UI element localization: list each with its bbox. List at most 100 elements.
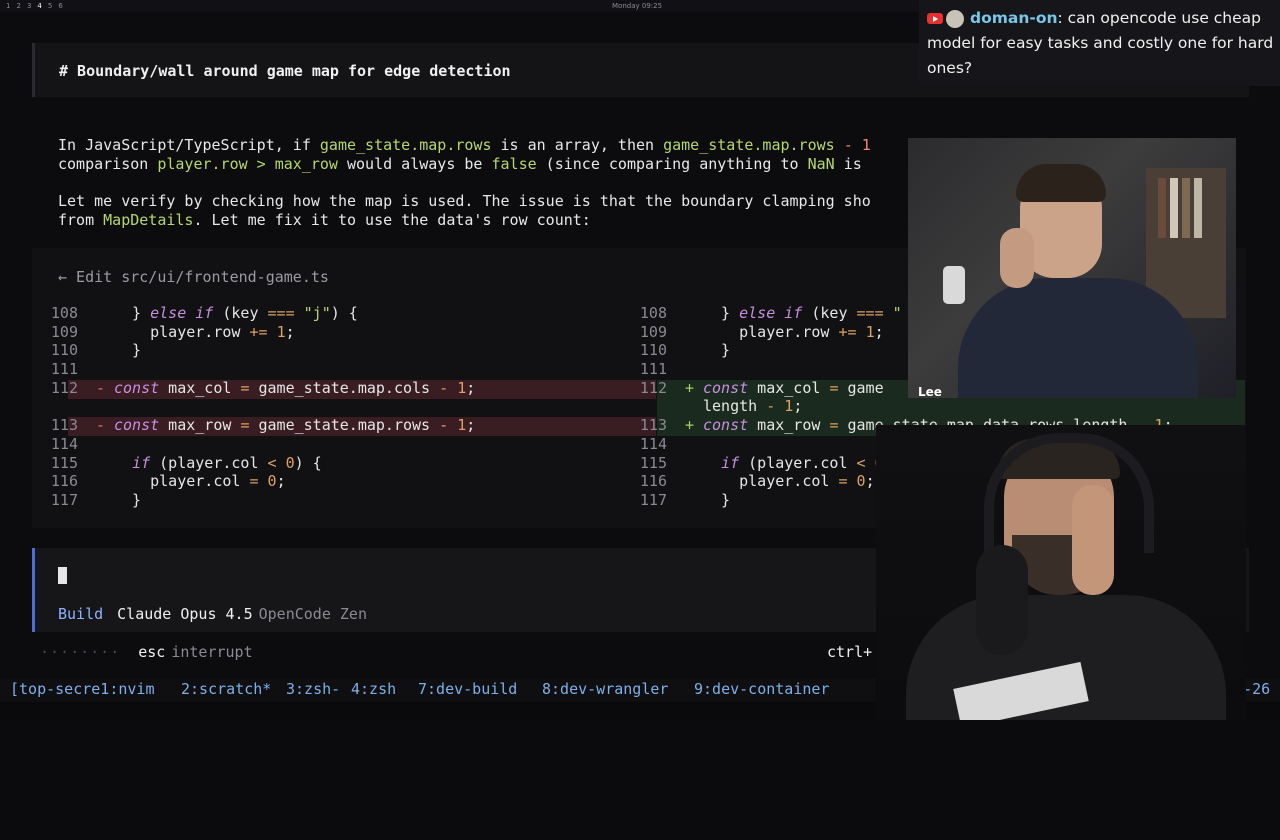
diff-line: 113- const max_row = game_state.map.rows … <box>40 416 650 435</box>
code-highlight: MapDetails <box>103 211 194 229</box>
mode-build[interactable]: Build <box>58 605 103 623</box>
line-number: 108 <box>50 304 78 322</box>
keyword: const <box>114 378 160 397</box>
tmux-window[interactable]: 9:dev-container <box>694 680 829 698</box>
gutter <box>96 304 114 323</box>
operator: - <box>766 397 776 416</box>
esc-action-hint: interrupt <box>171 643 253 661</box>
workspace-3[interactable]: 3 <box>27 2 31 10</box>
book <box>1170 178 1178 238</box>
diff-line: 110 } <box>40 341 650 360</box>
text-segment: In JavaScript/TypeScript, if <box>58 136 320 154</box>
tmux-window[interactable]: 4:zsh <box>351 680 396 698</box>
line-number: 114 <box>50 434 78 453</box>
line-number: 114 <box>639 434 667 453</box>
code-text: } <box>114 341 142 360</box>
line-number: 111 <box>639 360 667 379</box>
code-text: player.col = 0; <box>114 472 286 491</box>
text-segment: would always be <box>337 155 492 173</box>
diff-line: 111 <box>40 360 650 379</box>
operator: += <box>249 322 268 341</box>
tmux-window[interactable]: 3:zsh- <box>286 680 340 698</box>
microphone-icon <box>976 545 1028 655</box>
line-number: 109 <box>639 322 667 341</box>
tmux-window[interactable]: 8:dev-wrangler <box>542 680 668 698</box>
code-text: player.row += 1; <box>703 322 884 341</box>
operator: = <box>838 472 848 491</box>
line-number: 109 <box>50 322 78 341</box>
text-segment: from <box>58 211 104 229</box>
workspace-2[interactable]: 2 <box>16 2 20 10</box>
diff-line <box>40 397 650 416</box>
stream-chat-overlay: doman-on: can opencode use cheap model f… <box>919 0 1280 86</box>
diff-line: length - 1; <box>629 397 1244 416</box>
person-hair <box>1016 164 1106 202</box>
gutter <box>685 304 703 323</box>
line-number: 116 <box>639 472 667 491</box>
workspace-6[interactable]: 6 <box>58 2 62 10</box>
line-number: 113 <box>639 416 667 435</box>
code-highlight: NaN <box>807 155 835 173</box>
line-number: 115 <box>639 453 667 472</box>
workspace-5[interactable]: 5 <box>48 2 52 10</box>
line-number <box>40 397 78 416</box>
line-number: 112 <box>50 378 78 397</box>
paragraph-2-line-2: from MapDetails. Let me fix it to use th… <box>58 211 591 230</box>
code-text: } else if (key === "j") { <box>114 304 358 322</box>
number: 1 <box>457 416 467 435</box>
code-highlight: - 1 <box>834 136 871 154</box>
gutter <box>685 435 703 454</box>
book <box>1158 178 1166 238</box>
code-text: const max_row = game_state.map.rows - 1; <box>114 416 476 435</box>
operator: < <box>267 453 277 472</box>
tmux-window[interactable]: 7:dev-build <box>418 680 517 698</box>
workspace-1[interactable]: 1 <box>6 2 10 10</box>
text-cursor <box>58 567 67 584</box>
added-marker: + <box>685 416 695 435</box>
string: "j" <box>303 304 331 322</box>
diff-line: 117 } <box>40 491 650 510</box>
line-number: 108 <box>639 304 667 322</box>
text-segment: (since comparing anything to <box>536 155 808 173</box>
code-highlight: game_state.map.rows <box>663 136 835 154</box>
gutter <box>685 341 703 360</box>
keyword: else if <box>739 304 803 322</box>
number: 0 <box>285 453 295 472</box>
text-segment: comparison <box>58 155 158 173</box>
line-number: 111 <box>50 360 78 379</box>
line-number: 112 <box>639 378 667 397</box>
person-hand <box>1000 228 1034 288</box>
operator: = <box>249 472 259 491</box>
tmux-window[interactable]: 2:scratch* <box>181 680 271 698</box>
operator: = <box>240 378 250 397</box>
gutter <box>685 491 703 510</box>
text-segment: is <box>834 155 862 173</box>
line-number: 117 <box>50 490 78 509</box>
gutter <box>96 435 114 454</box>
keyword: else if <box>150 304 214 322</box>
code-text: const max_col = game_state.map.cols - 1; <box>114 378 476 397</box>
tmux-session[interactable]: [top-secre1:nvim <box>10 680 155 698</box>
gutter <box>685 397 703 416</box>
gutter <box>96 472 114 491</box>
added-marker: + <box>685 378 695 397</box>
paragraph-1-line-1: In JavaScript/TypeScript, if game_state.… <box>58 136 871 155</box>
gutter <box>685 472 703 491</box>
code-text: player.row += 1; <box>114 322 295 341</box>
workspace-4[interactable]: 4 <box>37 2 41 10</box>
keyword: const <box>703 416 749 435</box>
text-segment: is an array, then <box>491 136 664 154</box>
gutter <box>96 491 114 510</box>
diff-line: 108 } else if (key === "j") { <box>40 304 650 323</box>
gutter <box>96 323 114 342</box>
text-segment: Let me verify by checking how the map is… <box>58 192 871 210</box>
paragraph-2-line-1: Let me verify by checking how the map is… <box>58 192 871 211</box>
keyword: if <box>721 453 740 472</box>
gutter <box>96 454 114 473</box>
operator: === <box>267 304 295 322</box>
diff-line: 112- const max_col = game_state.map.cols … <box>40 379 650 398</box>
operator: += <box>838 322 857 341</box>
progress-dots: ⋅⋅⋅⋅⋅⋅⋅⋅ <box>40 643 121 661</box>
operator: - <box>439 416 449 435</box>
model-name[interactable]: Claude Opus 4.5 <box>117 605 252 623</box>
